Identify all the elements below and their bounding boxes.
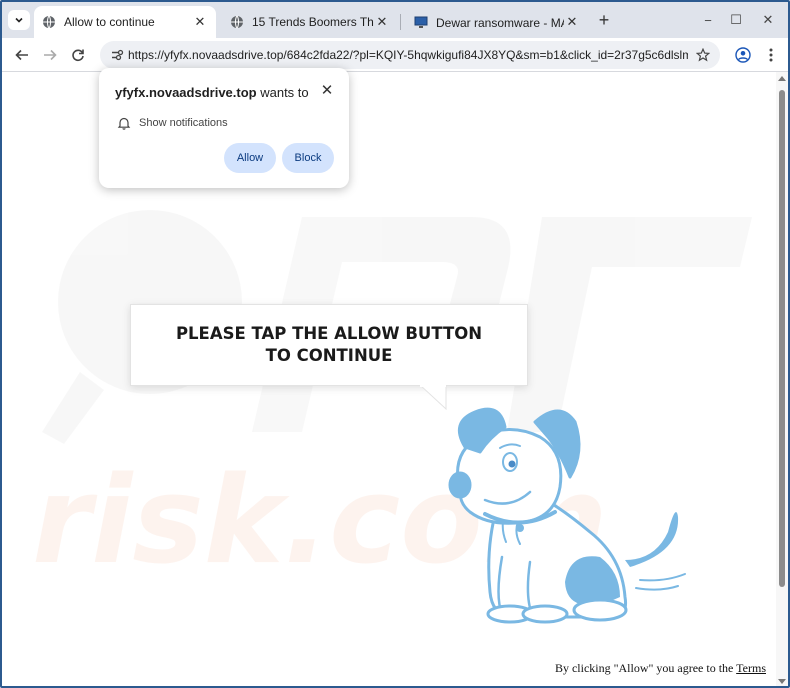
tab-strip: Allow to continue ✕ 15 Trends Boomers Th…	[2, 2, 788, 38]
tab-dewar-ransomware[interactable]: Dewar ransomware - MAC免費 ✕	[406, 6, 588, 38]
profile-button[interactable]	[733, 45, 753, 65]
permission-row: Show notifications	[117, 116, 228, 130]
tab-search-button[interactable]	[8, 10, 30, 30]
kebab-menu-icon	[769, 48, 773, 62]
monitor-icon	[414, 15, 428, 29]
terms-notice: By clicking "Allow" you agree to the Ter…	[555, 661, 766, 676]
scrollbar-thumb[interactable]	[779, 90, 785, 587]
tab-allow-to-continue[interactable]: Allow to continue ✕	[34, 6, 216, 38]
bookmark-star-icon[interactable]	[694, 46, 712, 64]
chevron-down-icon	[15, 17, 23, 23]
address-bar[interactable]: https://yfyfx.novaadsdrive.top/684c2fda2…	[100, 41, 720, 69]
terms-prefix: By clicking "Allow" you agree to the	[554, 661, 737, 675]
close-icon[interactable]: ✕	[564, 14, 580, 30]
profile-icon	[735, 47, 751, 63]
tab-15-trends[interactable]: 15 Trends Boomers Thought W ✕	[222, 6, 398, 38]
close-icon[interactable]: ✕	[319, 82, 335, 99]
close-icon[interactable]: ✕	[192, 14, 208, 30]
url-text[interactable]: https://yfyfx.novaadsdrive.top/684c2fda2…	[128, 48, 688, 62]
notification-permission-popup: yfyfx.novaadsdrive.top wants to ✕ Show n…	[99, 68, 349, 188]
permission-site: yfyfx.novaadsdrive.top	[115, 85, 257, 100]
globe-icon	[230, 15, 244, 29]
reload-button[interactable]	[66, 43, 90, 67]
tab-title: 15 Trends Boomers Thought W	[252, 15, 374, 29]
reload-icon	[72, 49, 84, 62]
tab-separator	[400, 14, 401, 30]
minimize-button[interactable]: −	[696, 8, 720, 32]
browser-menu-button[interactable]	[761, 45, 781, 65]
forward-button[interactable]	[38, 43, 62, 67]
scroll-down-arrow-icon[interactable]	[778, 679, 786, 684]
globe-icon	[42, 15, 56, 29]
terms-link[interactable]: Terms	[736, 661, 766, 675]
cartoon-dog-illustration	[448, 407, 686, 624]
arrow-left-icon	[15, 49, 28, 61]
permission-wants-to: wants to	[256, 85, 309, 100]
permission-label: Show notifications	[139, 117, 228, 129]
block-button[interactable]: Block	[282, 143, 334, 173]
tab-title: Allow to continue	[64, 15, 155, 29]
scroll-up-arrow-icon[interactable]	[778, 76, 786, 81]
browser-window: Allow to continue ✕ 15 Trends Boomers Th…	[0, 0, 790, 688]
speech-bubble: PLEASE TAP THE ALLOW BUTTON TO CONTINUE	[130, 304, 528, 386]
allow-button[interactable]: Allow	[224, 143, 276, 173]
browser-toolbar: https://yfyfx.novaadsdrive.top/684c2fda2…	[2, 38, 788, 72]
close-icon[interactable]: ✕	[374, 14, 390, 30]
page-scrollbar[interactable]	[776, 72, 788, 686]
permission-title: yfyfx.novaadsdrive.top wants to	[115, 85, 309, 100]
arrow-right-icon	[44, 49, 57, 61]
tab-title: Dewar ransomware - MAC免費	[436, 15, 564, 30]
back-button[interactable]	[10, 43, 34, 67]
bell-icon	[117, 116, 131, 130]
new-tab-button[interactable]: +	[594, 10, 614, 30]
maximize-button[interactable]: ☐	[724, 8, 748, 32]
window-close-button[interactable]: ✕	[756, 8, 780, 32]
allow-instruction-text: PLEASE TAP THE ALLOW BUTTON TO CONTINUE	[175, 324, 483, 365]
site-info-icon[interactable]	[108, 46, 126, 64]
